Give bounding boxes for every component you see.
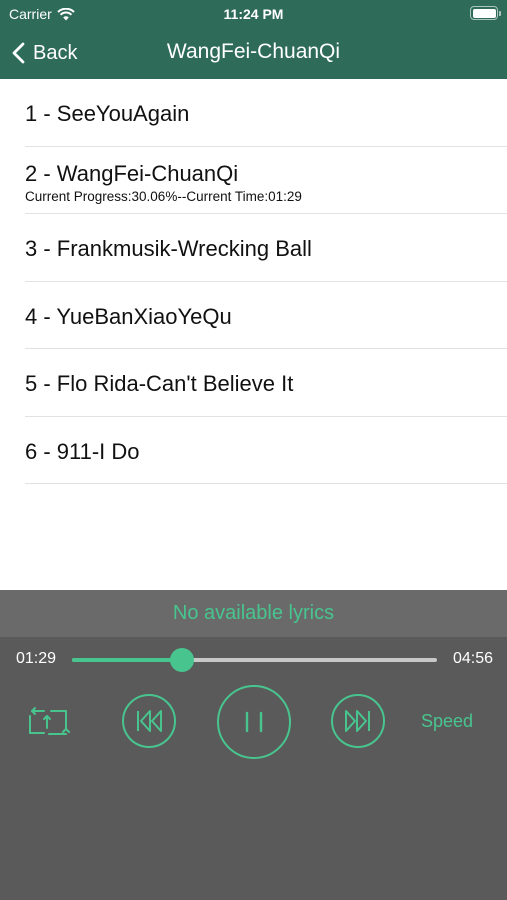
repeat-button[interactable] xyxy=(26,704,72,738)
progress-thumb[interactable] xyxy=(169,648,194,672)
song-title: 2 - WangFei-ChuanQi xyxy=(25,160,239,186)
progress-fill xyxy=(72,658,182,662)
previous-icon xyxy=(122,694,176,748)
back-label: Back xyxy=(33,41,78,64)
song-row[interactable]: 4 - YueBanXiaoYeQu xyxy=(25,282,507,349)
song-title: 6 - 911-I Do xyxy=(25,438,140,464)
battery-level xyxy=(472,8,496,18)
repeat-icon xyxy=(29,707,70,735)
speed-button[interactable]: Speed xyxy=(421,711,473,732)
next-icon xyxy=(331,694,385,748)
song-list: 1 - SeeYouAgain 2 - WangFei-ChuanQi Curr… xyxy=(0,79,507,484)
song-title: 1 - SeeYouAgain xyxy=(25,101,190,126)
progress-slider[interactable] xyxy=(72,648,437,672)
previous-button[interactable] xyxy=(121,693,177,749)
current-time: 01:29 xyxy=(16,650,57,667)
navigation-bar: Back WangFei-ChuanQi xyxy=(0,28,507,79)
song-row[interactable]: 3 - Frankmusik-Wrecking Ball xyxy=(25,214,507,282)
back-button[interactable]: Back xyxy=(12,38,77,68)
app-header: Carrier 11:24 PM Back WangFei-ChuanQi xyxy=(0,0,507,79)
player-panel: No available lyrics 01:29 04:56 Speed xyxy=(0,590,507,900)
lyrics-text: No available lyrics xyxy=(172,602,335,624)
status-time: 11:24 PM xyxy=(223,6,284,22)
song-row[interactable]: 5 - Flo Rida-Can't Believe It xyxy=(25,349,507,417)
song-title: 4 - YueBanXiaoYeQu xyxy=(25,303,232,329)
chevron-left-icon xyxy=(12,42,25,64)
pause-icon xyxy=(217,685,291,759)
lyrics-bar: No available lyrics xyxy=(0,590,507,637)
song-row[interactable]: 6 - 911-I Do xyxy=(25,417,507,484)
next-button[interactable] xyxy=(330,693,386,749)
pause-button[interactable] xyxy=(216,684,292,760)
song-progress-text: Current Progress:30.06%--Current Time:01… xyxy=(25,188,302,204)
battery-icon xyxy=(470,6,501,20)
song-title: 5 - Flo Rida-Can't Believe It xyxy=(25,371,294,396)
song-row-playing[interactable]: 2 - WangFei-ChuanQi Current Progress:30.… xyxy=(25,147,507,214)
total-time: 04:56 xyxy=(452,650,493,667)
song-title: 3 - Frankmusik-Wrecking Ball xyxy=(25,236,312,261)
song-row[interactable]: 1 - SeeYouAgain xyxy=(25,79,507,147)
status-bar: Carrier 11:24 PM xyxy=(0,0,507,28)
